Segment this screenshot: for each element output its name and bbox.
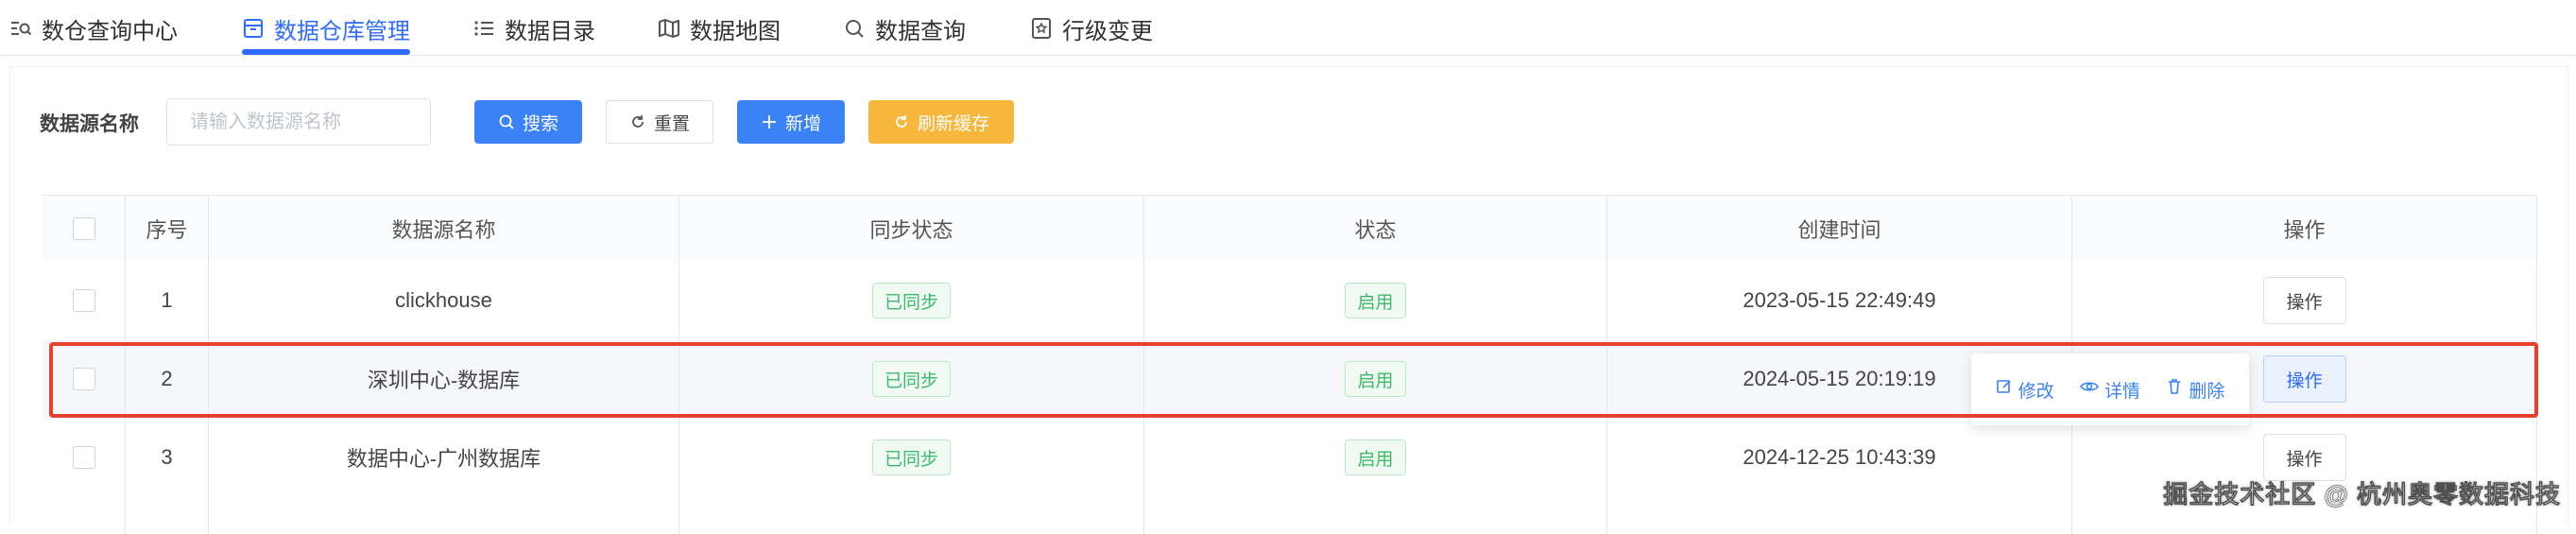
add-button-label: 新增: [784, 113, 821, 134]
status-badge: 启用: [1345, 361, 1406, 397]
star-badge-icon: [1030, 17, 1053, 40]
table-header-row: 序号 数据源名称 同步状态 状态 创建时间 操作: [43, 196, 2537, 263]
status-badge: 启用: [1345, 439, 1406, 475]
top-tab-bar: 数仓查询中心 数据仓库管理 数据目录 数据地图 数据查询 行级变更: [0, 0, 2576, 56]
row-select-cell: [43, 262, 126, 339]
tab-row-change[interactable]: 行级变更: [1030, 11, 1153, 45]
trash-icon: [2166, 378, 2183, 401]
operate-button[interactable]: 操作: [2262, 434, 2346, 481]
row-created-time: 2024-12-25 10:43:39: [1607, 419, 2072, 496]
row-checkbox[interactable]: [72, 446, 95, 469]
row-select-cell: [43, 419, 126, 496]
row-action-cell: 操作: [2072, 262, 2537, 339]
query-list-icon: [9, 17, 32, 40]
row-sync-cell: 已同步: [679, 339, 1144, 419]
row-created-time: 2023-05-15 22:49:49: [1607, 262, 2072, 339]
search-icon: [498, 113, 515, 130]
select-all-checkbox[interactable]: [72, 217, 95, 240]
reset-button[interactable]: 重置: [606, 100, 713, 144]
row-datasource-name: 深圳中心-数据库: [209, 339, 679, 419]
tab-data-query[interactable]: 数据查询: [843, 11, 966, 45]
detail-action[interactable]: 详情: [2080, 377, 2140, 403]
refresh-icon: [629, 113, 646, 130]
edit-icon: [1996, 378, 2013, 401]
sync-status-badge: 已同步: [871, 283, 951, 319]
row-status-cell: [1144, 496, 1607, 534]
row-status-cell: 启用: [1144, 262, 1607, 339]
row-sync-cell: 已同步: [679, 419, 1144, 496]
search-button[interactable]: 搜索: [474, 100, 582, 144]
tab-label: 数据目录: [505, 18, 595, 44]
row-sync-cell: 已同步: [679, 262, 1144, 339]
warehouse-box-icon: [242, 17, 265, 40]
tab-query-center[interactable]: 数仓查询中心: [9, 11, 178, 45]
edit-action-label: 修改: [2018, 381, 2054, 402]
search-icon: [843, 17, 866, 40]
row-sync-cell: [679, 496, 1144, 534]
row-status-cell: 启用: [1144, 339, 1607, 419]
row-status-cell: 启用: [1144, 419, 1607, 496]
eye-icon: [2080, 378, 2099, 401]
status-badge: 启用: [1345, 283, 1406, 319]
detail-action-label: 详情: [2104, 381, 2140, 402]
tab-label: 数据查询: [875, 18, 966, 44]
sync-status-badge: 已同步: [871, 361, 951, 397]
plus-icon: [761, 113, 778, 130]
row-checkbox[interactable]: [72, 289, 95, 312]
column-header: 序号: [126, 196, 209, 262]
row-select-cell: [43, 339, 126, 419]
row-index-cell: [126, 496, 209, 534]
row-name-cell: [209, 496, 679, 534]
column-header: 创建时间: [1607, 196, 2072, 262]
operate-button[interactable]: 操作: [2262, 355, 2346, 403]
tab-data-catalog[interactable]: 数据目录: [472, 11, 595, 45]
datasource-table: 序号 数据源名称 同步状态 状态 创建时间 操作 1 clickhouse 已同…: [42, 195, 2537, 534]
sync-status-badge: 已同步: [871, 439, 951, 475]
watermark-text: 掘金技术社区 @ 杭州奥零数据科技: [2163, 480, 2561, 509]
refresh-cache-button[interactable]: 刷新缓存: [868, 100, 1014, 144]
row-action-popover: 修改 详情 删除: [1971, 353, 2249, 425]
row-datasource-name: 数据中心-广州数据库: [209, 419, 679, 496]
delete-action-label: 删除: [2189, 381, 2225, 402]
tab-data-map[interactable]: 数据地图: [658, 11, 781, 45]
column-header: 状态: [1144, 196, 1607, 262]
column-header: 操作: [2072, 196, 2537, 262]
refresh-icon: [893, 113, 910, 130]
table-row: 1 clickhouse 已同步 启用 2023-05-15 22:49:49 …: [43, 262, 2537, 340]
row-checkbox[interactable]: [72, 368, 95, 390]
reset-button-label: 重置: [653, 113, 690, 134]
search-button-label: 搜索: [522, 113, 558, 134]
select-all-cell: [43, 196, 126, 262]
edit-action[interactable]: 修改: [1996, 377, 2054, 403]
row-created-cell: [1607, 496, 2072, 534]
catalog-list-icon: [472, 17, 495, 40]
column-header: 数据源名称: [209, 196, 679, 262]
column-header: 同步状态: [679, 196, 1144, 262]
datasource-name-label: 数据源名称: [40, 113, 139, 135]
add-button[interactable]: 新增: [737, 100, 845, 144]
tab-label: 行级变更: [1062, 18, 1153, 44]
row-datasource-name: clickhouse: [209, 262, 679, 339]
operate-button[interactable]: 操作: [2262, 277, 2346, 324]
refresh-cache-button-label: 刷新缓存: [917, 113, 989, 134]
row-select-cell: [43, 496, 126, 534]
datasource-name-input[interactable]: [166, 98, 431, 146]
row-index: 3: [126, 419, 209, 496]
map-icon: [658, 17, 680, 40]
row-index: 1: [126, 262, 209, 339]
row-index: 2: [126, 339, 209, 419]
tab-label: 数据地图: [690, 18, 781, 44]
tab-label: 数仓查询中心: [42, 18, 178, 44]
tab-warehouse-management[interactable]: 数据仓库管理: [242, 11, 410, 55]
tab-label: 数据仓库管理: [274, 18, 410, 44]
delete-action[interactable]: 删除: [2166, 377, 2224, 403]
